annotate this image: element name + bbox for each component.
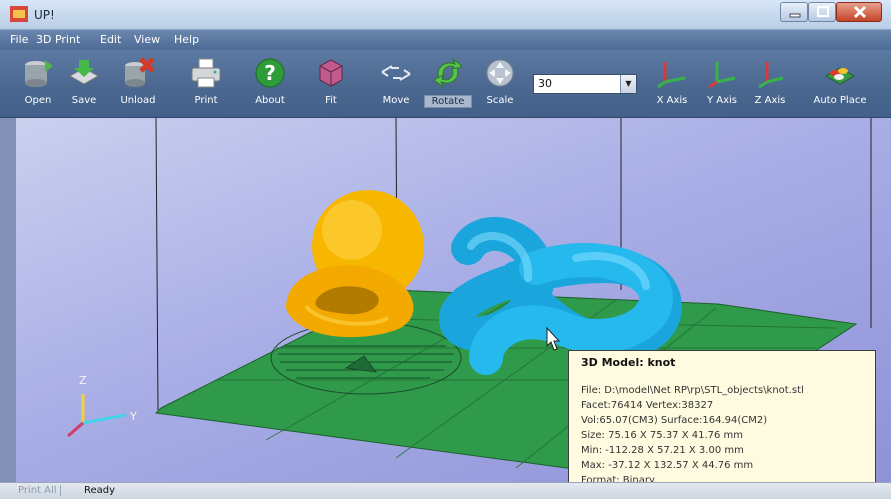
print-icon — [191, 58, 221, 88]
axis-y-label: Y — [129, 410, 137, 423]
info-facet-vertex: Facet:76414 Vertex:38327 — [581, 400, 714, 411]
toolbar: Open Save Unload Print ? About Fit Move … — [0, 50, 891, 118]
z-axis-label: Z Axis — [754, 95, 786, 106]
auto-place-icon — [824, 67, 856, 85]
unload-button[interactable]: Unload — [114, 54, 162, 116]
knot-model — [438, 216, 682, 375]
scale-button[interactable]: Scale — [480, 54, 520, 116]
z-axis-button[interactable]: Z Axis — [748, 54, 792, 116]
axis-z-label: Z — [79, 374, 87, 387]
menu-edit[interactable]: Edit — [100, 33, 121, 46]
about-label: About — [255, 95, 285, 106]
save-label: Save — [71, 95, 97, 106]
x-axis-label: X Axis — [656, 95, 688, 106]
menu-file[interactable]: File — [10, 33, 28, 46]
info-max: Max: -37.12 X 132.57 X 44.76 mm — [581, 460, 754, 471]
auto-place-button[interactable]: Auto Place — [804, 54, 876, 116]
unload-label: Unload — [120, 95, 156, 106]
print-all-button[interactable]: Print All — [18, 485, 61, 496]
status-bar: Print All Ready — [0, 482, 891, 499]
print-label: Print — [194, 95, 218, 106]
yellow-model — [286, 190, 424, 338]
x-axis-icon — [657, 62, 686, 89]
y-axis-button[interactable]: Y Axis — [700, 54, 744, 116]
rotate-button[interactable]: Rotate — [424, 54, 472, 116]
menu-bar: File 3D Print Edit View Help — [0, 30, 891, 50]
info-min: Min: -112.28 X 57.21 X 3.00 mm — [581, 445, 744, 456]
minimize-button[interactable] — [780, 2, 808, 22]
rotate-icon — [433, 57, 463, 89]
svg-text:?: ? — [264, 61, 276, 85]
move-button[interactable]: Move — [376, 54, 416, 116]
info-file: File: D:\model\Net RP\rp\STL_objects\kno… — [581, 385, 804, 396]
auto-place-label: Auto Place — [813, 95, 867, 106]
fit-button[interactable]: Fit — [310, 54, 352, 116]
y-axis-label: Y Axis — [706, 95, 738, 106]
info-vol-surface: Vol:65.07(CM3) Surface:164.94(CM2) — [581, 415, 768, 426]
move-icon — [381, 65, 411, 81]
minimize-icon — [789, 13, 801, 18]
info-size: Size: 75.16 X 75.37 X 41.76 mm — [581, 430, 744, 441]
maximize-icon — [817, 6, 829, 17]
about-button[interactable]: ? About — [250, 54, 290, 116]
title-bar: UP! — [0, 0, 891, 30]
open-label: Open — [24, 95, 52, 106]
info-title: 3D Model: knot — [581, 356, 676, 369]
chevron-down-icon[interactable]: ▼ — [620, 75, 636, 93]
app-window: UP! File 3D Print Edit View Help Open Sa… — [0, 0, 891, 499]
scale-icon — [486, 59, 514, 87]
close-icon — [853, 5, 867, 19]
zoom-select[interactable]: 30 ▼ — [533, 74, 637, 94]
scale-label: Scale — [486, 95, 514, 106]
status-text: Ready — [84, 485, 116, 496]
open-icon — [25, 60, 53, 87]
fit-cube-icon — [319, 59, 343, 87]
close-button[interactable] — [836, 2, 882, 22]
open-button[interactable]: Open — [18, 54, 58, 116]
model-info-tooltip: 3D Model: knot File: D:\model\Net RP\rp\… — [568, 350, 876, 494]
fit-label: Fit — [325, 95, 337, 106]
move-label: Move — [382, 95, 410, 106]
menu-3d-print[interactable]: 3D Print — [36, 33, 80, 46]
axis-gizmo — [67, 394, 127, 438]
menu-view[interactable]: View — [134, 33, 160, 46]
window-title: UP! — [34, 8, 55, 22]
app-icon — [10, 6, 28, 22]
save-icon — [68, 60, 100, 85]
x-axis-button[interactable]: X Axis — [648, 54, 696, 116]
print-button[interactable]: Print — [186, 54, 226, 116]
save-button[interactable]: Save — [64, 54, 104, 116]
menu-help[interactable]: Help — [174, 33, 199, 46]
left-panel-edge — [0, 118, 16, 482]
unload-icon — [125, 57, 155, 87]
zoom-value: 30 — [538, 77, 552, 90]
maximize-button[interactable] — [808, 2, 836, 22]
z-axis-icon — [758, 62, 784, 89]
help-icon: ? — [255, 58, 285, 88]
y-axis-icon — [708, 62, 736, 89]
rotate-label: Rotate — [424, 95, 472, 108]
